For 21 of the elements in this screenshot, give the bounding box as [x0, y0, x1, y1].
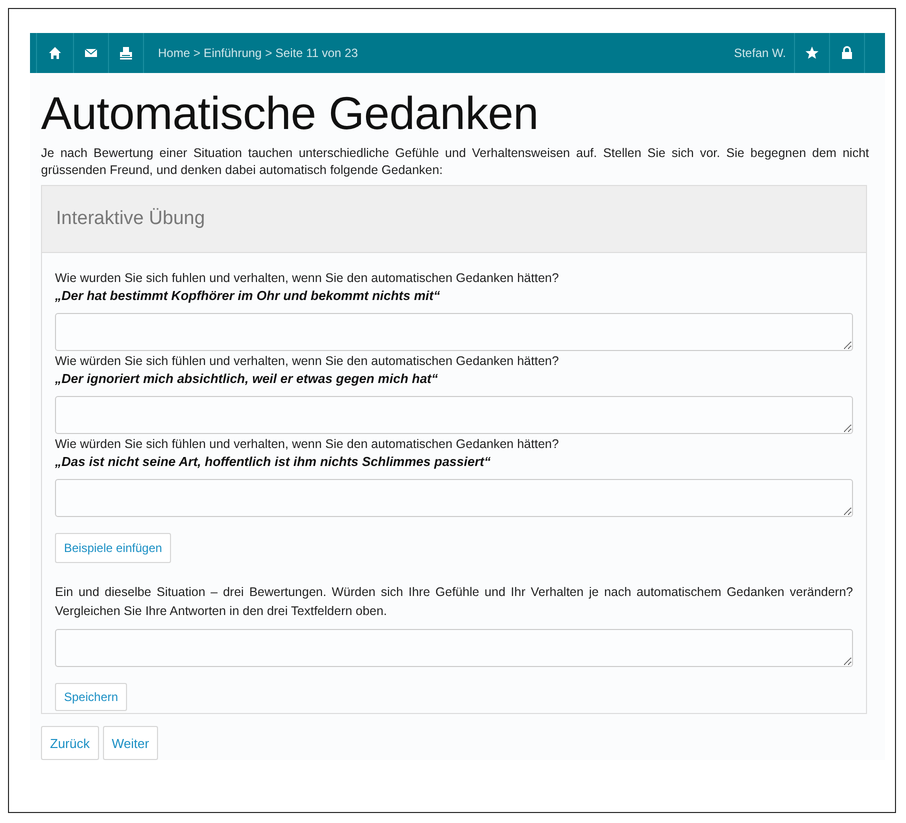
insert-examples-button[interactable]: Beispiele einfügen: [55, 533, 172, 563]
thought-text: „Das ist nicht seine Art, hoffentlich ist ihm nichts Schlimmes passiert“: [55, 453, 491, 471]
question-text: Wie wurden Sie sich fuhlen und verhalten, wenn Sie den automatischen Gedanken hätten?: [55, 270, 559, 287]
user-name[interactable]: Stefan W.: [734, 33, 795, 73]
thought-text: „Der ignoriert mich absichtlich, weil er etwas gegen mich hat“: [55, 370, 438, 388]
answer-field[interactable]: [55, 479, 853, 517]
question-text: Wie würden Sie sich fühlen und verhalten, wenn Sie den automatischen Gedanken hätten?: [55, 353, 559, 370]
reflection-text: Ein und dieselbe Situation – drei Bewertungen. Würden sich Ihre Gefühle und Ihr Verhalten je nach automatischem Gedanken verändern? Vergleichen Sie Ihre Antworten in den drei Textfeldern oben.: [55, 584, 853, 620]
answer-field[interactable]: [55, 313, 853, 351]
breadcrumb[interactable]: Home > Einführung > Seite 11 von 23: [144, 46, 358, 60]
intro-text: Je nach Bewertung einer Situation tauchen unterschiedliche Gefühle und Verhaltensweisen auf. Stellen Sie sich vor. Sie begegnen dem nicht grüssenden Freund, und denken dabei automatisch folgende Gedanken:: [41, 145, 869, 179]
next-button[interactable]: Weiter: [102, 726, 158, 760]
back-button[interactable]: Zurück: [41, 726, 99, 760]
page-title: Automatische Gedanken: [41, 87, 540, 139]
answer-field[interactable]: [55, 396, 853, 434]
answer-field[interactable]: [55, 629, 853, 667]
save-button[interactable]: Speichern: [55, 683, 128, 711]
thought-text: „Der hat bestimmt Kopfhörer im Ohr und bekommt nichts mit“: [55, 287, 440, 305]
question-text: Wie würden Sie sich fühlen und verhalten, wenn Sie den automatischen Gedanken hätten?: [55, 436, 559, 453]
home-icon[interactable]: [36, 33, 74, 73]
panel-heading: Interaktive Übung: [42, 186, 866, 253]
